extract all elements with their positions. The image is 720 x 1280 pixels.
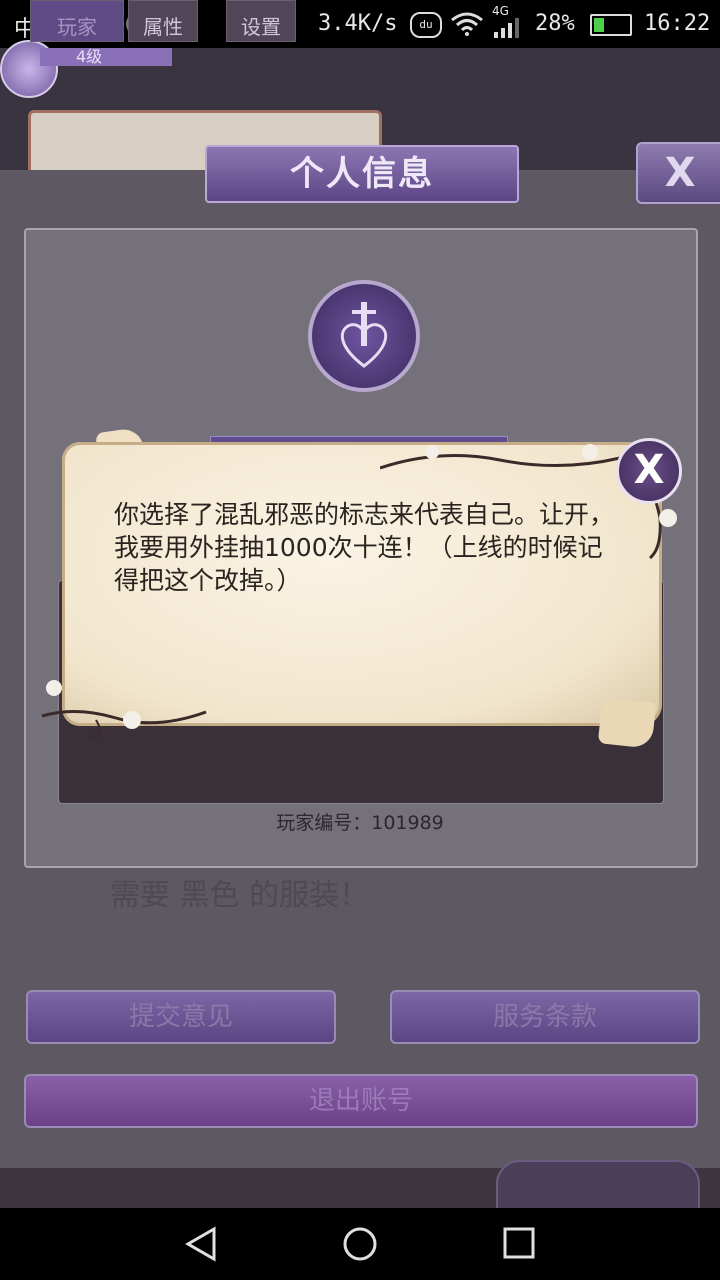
heart-dagger-icon: [340, 302, 388, 368]
submit-feedback-button[interactable]: 提交意见: [26, 990, 336, 1044]
dialog-close-button[interactable]: X: [616, 438, 682, 504]
tab-player[interactable]: 玩家: [30, 0, 124, 42]
tab-attributes[interactable]: 属性: [128, 0, 198, 42]
vine-decoration-bottom-icon: [41, 680, 207, 739]
recent-apps-icon[interactable]: [502, 1226, 536, 1260]
network-type-label: 4G: [492, 4, 509, 18]
scroll-curl-bottom: [597, 697, 657, 749]
terms-of-service-button[interactable]: 服务条款: [390, 990, 700, 1044]
clock: 16:22: [644, 11, 711, 36]
network-speed: 3.4K/s: [318, 11, 398, 36]
panel-title: 个人信息: [205, 145, 519, 203]
panel-close-button[interactable]: X: [636, 142, 720, 204]
navigation-bar: [0, 1208, 720, 1280]
du-icon: du: [410, 12, 442, 38]
player-id: 玩家编号：101989: [276, 812, 444, 834]
home-icon[interactable]: [342, 1226, 378, 1262]
back-icon[interactable]: [184, 1226, 218, 1262]
logout-button[interactable]: 退出账号: [24, 1074, 698, 1128]
battery-icon: [590, 14, 632, 36]
dialog-message: 你选择了混乱邪恶的标志来代表自己。让开，我要用外挂抽1000次十连！（上线的时候…: [114, 500, 615, 595]
chaotic-evil-emblem-icon[interactable]: [308, 280, 420, 392]
bottom-right-button[interactable]: [496, 1160, 700, 1212]
battery-percent: 28%: [535, 11, 575, 36]
level-badge: 4级: [40, 48, 172, 66]
background-scribble: 需要 黑色 的服装！: [110, 878, 370, 913]
tab-settings[interactable]: 设置: [226, 0, 296, 42]
wifi-icon: [451, 12, 483, 36]
signal-icon: [494, 18, 519, 38]
